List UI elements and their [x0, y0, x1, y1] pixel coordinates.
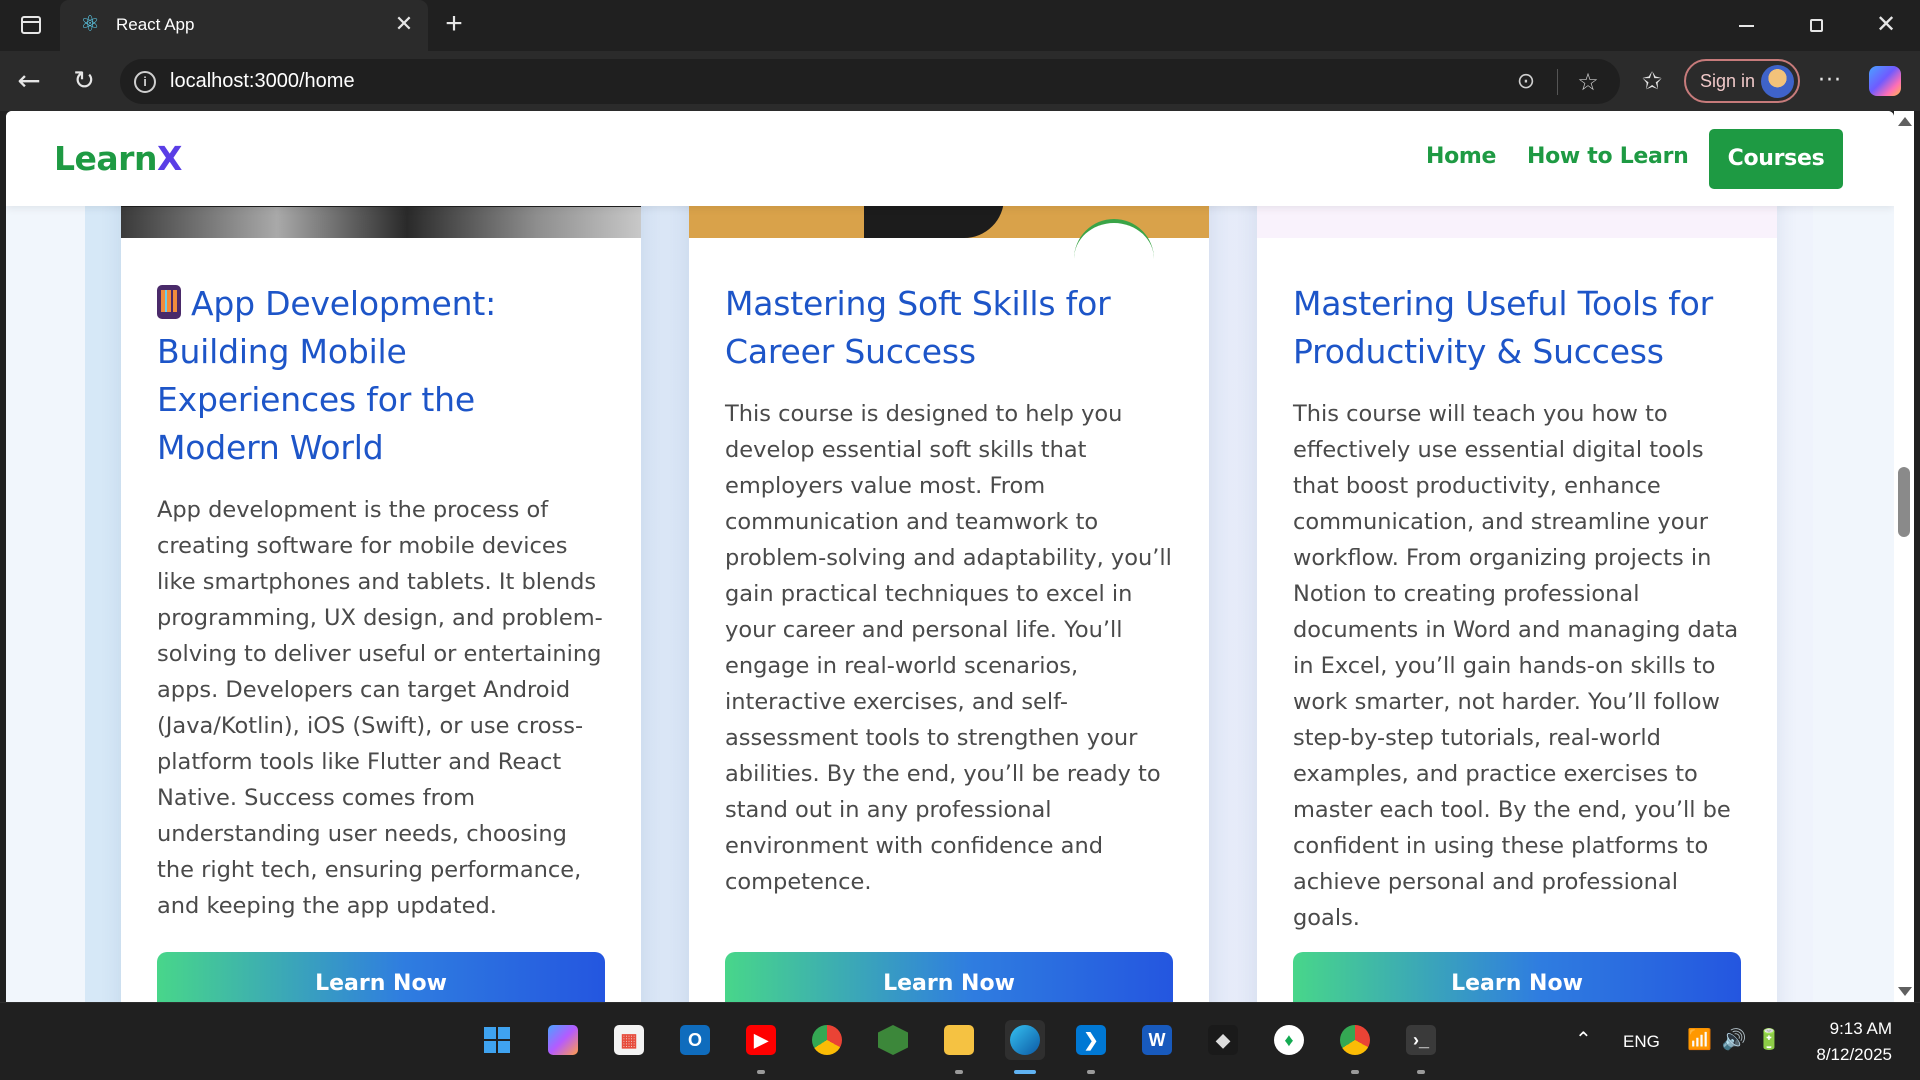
- chevron-up-icon[interactable]: ⌃: [1575, 1027, 1592, 1052]
- more-icon[interactable]: ···: [1815, 66, 1845, 96]
- nav-link-home[interactable]: Home: [1426, 144, 1496, 169]
- minimize-button[interactable]: [1726, 8, 1766, 42]
- mobile-phone-icon: [157, 285, 181, 319]
- learn-now-button[interactable]: Learn Now: [1293, 952, 1741, 1002]
- learn-now-button[interactable]: Learn Now: [725, 952, 1173, 1002]
- course-description: This course is designed to help you deve…: [725, 401, 1172, 895]
- reading-mode-icon[interactable]: ⊙: [1512, 68, 1540, 96]
- copilot-icon[interactable]: [543, 1020, 583, 1060]
- youtube-icon[interactable]: ▶: [741, 1020, 781, 1074]
- cube-app-icon[interactable]: ◆: [1203, 1020, 1243, 1060]
- course-title: App Development: Building Mobile Experie…: [157, 284, 497, 467]
- system-tray-icons[interactable]: 📶🔊🔋: [1687, 1027, 1792, 1052]
- file-explorer-icon[interactable]: [939, 1020, 979, 1074]
- course-title: Mastering Useful Tools for Productivity …: [1293, 284, 1714, 371]
- nav-link-how-to-learn[interactable]: How to Learn: [1527, 144, 1689, 169]
- scroll-up-arrow[interactable]: [1898, 117, 1912, 126]
- favorites-icon[interactable]: ✩: [1637, 66, 1667, 96]
- windows-start-icon[interactable]: [477, 1020, 517, 1060]
- tab-title: React App: [116, 15, 195, 34]
- vscode-icon[interactable]: ❯: [1071, 1020, 1111, 1074]
- avatar: [1761, 65, 1794, 98]
- microsoft-store-icon[interactable]: ▦: [609, 1020, 649, 1060]
- site-navbar: LearnX Home How to Learn Courses: [6, 111, 1894, 206]
- clock-time[interactable]: 9:13 AM: [1800, 1019, 1892, 1039]
- reload-button[interactable]: ↻: [66, 63, 102, 99]
- info-icon[interactable]: i: [134, 71, 156, 93]
- taskbar: ▦ O ▶ ❯ W ◆ ♦ ›_ ⌃ ENG 📶🔊🔋 9:13 AM 8/12/…: [0, 1002, 1920, 1080]
- new-tab-button[interactable]: +: [438, 9, 470, 41]
- address-bar-divider: [1557, 69, 1558, 95]
- course-card: Mastering Useful Tools for Productivity …: [1257, 111, 1777, 1002]
- course-description: App development is the process of creati…: [157, 497, 603, 919]
- restore-button[interactable]: [1796, 8, 1836, 42]
- back-button[interactable]: ←: [11, 63, 47, 99]
- nav-courses-button[interactable]: Courses: [1709, 129, 1843, 189]
- tab-close-icon[interactable]: ✕: [390, 11, 418, 39]
- sign-in-label: Sign in: [1700, 71, 1756, 91]
- close-window-button[interactable]: ✕: [1866, 8, 1906, 42]
- course-card: App Development: Building Mobile Experie…: [121, 111, 641, 1002]
- word-icon[interactable]: W: [1137, 1020, 1177, 1060]
- tab-actions-icon[interactable]: [14, 12, 48, 38]
- star-icon[interactable]: ☆: [1574, 68, 1602, 96]
- address-bar[interactable]: i localhost:3000/home ⊙ ☆: [120, 59, 1620, 104]
- language-indicator[interactable]: ENG: [1623, 1032, 1660, 1052]
- learn-now-button[interactable]: Learn Now: [157, 952, 605, 1002]
- scroll-down-arrow[interactable]: [1898, 987, 1912, 996]
- outlook-icon[interactable]: O: [675, 1020, 715, 1060]
- edge-icon[interactable]: [1005, 1020, 1045, 1074]
- chrome-icon[interactable]: [807, 1020, 847, 1060]
- site-logo[interactable]: LearnX: [54, 139, 182, 178]
- browser-tab[interactable]: ⚛ React App ✕: [60, 0, 428, 51]
- sign-in-button[interactable]: Sign in: [1684, 59, 1800, 103]
- url-text[interactable]: localhost:3000/home: [170, 70, 355, 93]
- course-title: Mastering Soft Skills for Career Success: [725, 284, 1111, 371]
- page-scrollbar[interactable]: [1894, 111, 1914, 1002]
- course-description: This course will teach you how to effect…: [1293, 401, 1739, 931]
- clock-date[interactable]: 8/12/2025: [1800, 1045, 1892, 1065]
- copilot-icon[interactable]: [1869, 66, 1901, 96]
- scrollbar-thumb[interactable]: [1898, 467, 1910, 537]
- react-logo-icon: ⚛: [80, 12, 100, 37]
- browser-titlebar: ⚛ React App ✕ + ✕: [0, 0, 1920, 51]
- mongodb-icon[interactable]: ♦: [1269, 1020, 1309, 1060]
- chrome-profile-icon[interactable]: [1335, 1020, 1375, 1074]
- nodejs-icon[interactable]: [873, 1020, 913, 1060]
- browser-toolbar: ← ↻ i localhost:3000/home ⊙ ☆ ✩ Sign in …: [0, 51, 1920, 111]
- page-viewport: App Development: Building Mobile Experie…: [6, 111, 1894, 1002]
- terminal-icon[interactable]: ›_: [1401, 1020, 1441, 1074]
- course-card: Mastering Soft Skills for Career Success…: [689, 111, 1209, 1002]
